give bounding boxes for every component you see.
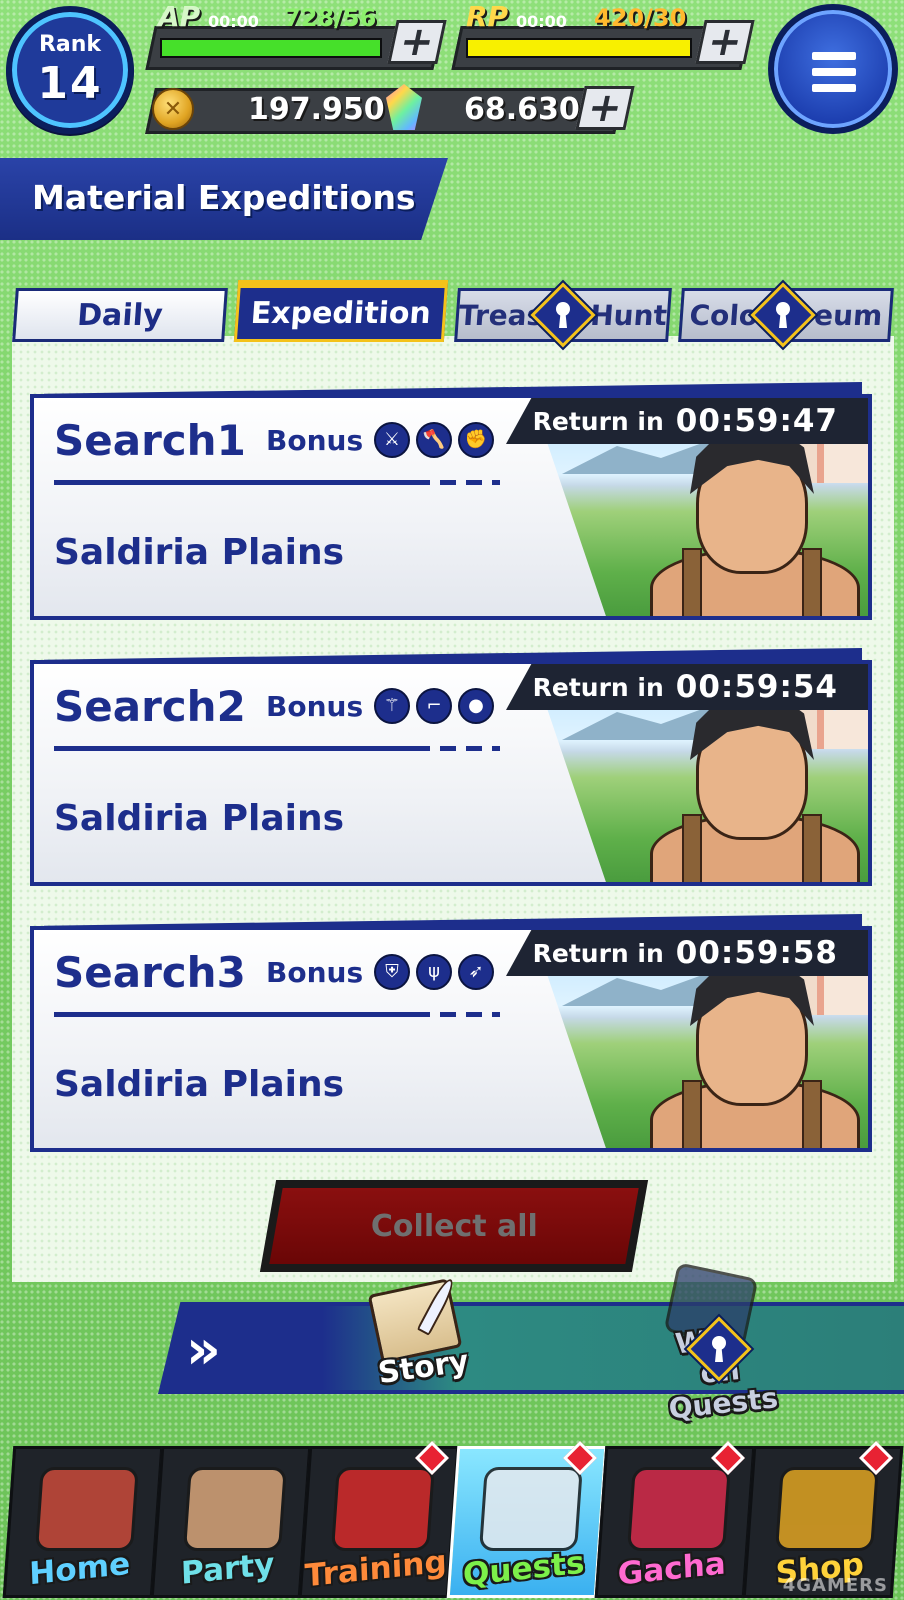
tab-expedition-label: Expedition	[249, 296, 433, 331]
collect-all-button[interactable]: Collect all	[259, 1180, 649, 1272]
nav-training-label: Training	[304, 1543, 448, 1595]
home-icon	[34, 1467, 139, 1551]
tab-treasure-hunt-label-tail: Hunt	[589, 298, 669, 332]
coin-amount: 197.950	[248, 92, 385, 127]
nav-party-label: Party	[180, 1546, 275, 1592]
return-time: 00:59:54	[675, 669, 838, 705]
return-timer-box: Return in 00:59:54	[506, 664, 868, 710]
bonus-label: Bonus	[266, 690, 364, 723]
rp-add-button[interactable]: +	[695, 19, 755, 65]
main-menu-button[interactable]	[768, 4, 898, 134]
rank-label: Rank	[38, 32, 102, 57]
bonus-label: Bonus	[266, 956, 364, 989]
rp-timer: 00:00	[516, 12, 567, 31]
ap-label: AP	[158, 0, 201, 33]
axe-icon: 🪓	[416, 422, 452, 458]
tab-daily-label: Daily	[76, 297, 164, 333]
card-divider	[54, 746, 414, 751]
ap-bar-fill	[162, 40, 380, 56]
return-timer-box: Return in 00:59:47	[506, 398, 868, 444]
return-label: Return in	[532, 406, 664, 436]
staff-icon: ⚚	[374, 688, 410, 724]
bonus-label: Bonus	[266, 424, 364, 457]
collect-all-label: Collect all	[370, 1208, 538, 1244]
page-title: Material Expeditions	[32, 178, 416, 217]
rp-bar	[466, 38, 692, 58]
bonus-icons: ⚚ ⌐ ●	[374, 688, 494, 724]
treasure-hunt-lock-icon	[530, 282, 596, 348]
coliseum-lock-icon	[750, 282, 816, 348]
rank-badge[interactable]: Rank 14	[6, 6, 134, 134]
weapon-quests-label-line2: Quests	[667, 1381, 780, 1426]
ap-add-button[interactable]: +	[387, 19, 447, 65]
ap-count: 728/56	[284, 4, 377, 32]
coin-icon: ✕	[152, 88, 194, 130]
return-time: 00:59:58	[675, 935, 838, 971]
search-location: Saldiria Plains	[54, 532, 345, 573]
nav-party[interactable]: Party	[150, 1446, 312, 1598]
rp-label: RP	[466, 0, 509, 33]
tab-coliseum-label-tail: eum	[813, 298, 884, 332]
watermark: 4GAMERS	[782, 1575, 888, 1596]
return-label: Return in	[532, 672, 664, 702]
bow-icon: ➶	[458, 954, 494, 990]
orb-icon: ●	[458, 688, 494, 724]
nav-home-label: Home	[28, 1545, 131, 1593]
rp-bar-fill	[468, 40, 690, 56]
return-timer-box: Return in 00:59:58	[506, 930, 868, 976]
rp-count: 420/30	[594, 4, 687, 32]
search-title: Search3	[54, 948, 246, 997]
card-divider	[54, 1012, 414, 1017]
return-time: 00:59:47	[675, 403, 838, 439]
gem-amount: 68.630	[464, 92, 580, 127]
search-title: Search2	[54, 682, 246, 731]
search-title: Search1	[54, 416, 246, 465]
nav-quests-label: Quests	[462, 1544, 586, 1594]
sword-icon: ⚔	[374, 422, 410, 458]
search-location: Saldiria Plains	[54, 1064, 345, 1105]
tab-expedition[interactable]: Expedition	[233, 280, 449, 342]
weapon-quests-lock-icon	[686, 1316, 752, 1382]
fist-icon: ✊	[458, 422, 494, 458]
quest-type-bar	[158, 1302, 904, 1394]
nav-gacha-label: Gacha	[617, 1545, 727, 1593]
party-icon	[182, 1467, 287, 1551]
card-divider	[54, 480, 414, 485]
card-divider-dash	[414, 746, 500, 751]
bonus-icons: ⛨ ψ ➶	[374, 954, 494, 990]
card-divider-dash	[414, 1012, 500, 1017]
tab-coliseum-label: Colo	[688, 298, 760, 332]
shop-icon	[774, 1467, 879, 1551]
ap-bar	[160, 38, 382, 58]
search-location: Saldiria Plains	[54, 798, 345, 839]
quests-icon	[478, 1467, 583, 1551]
return-label: Return in	[532, 938, 664, 968]
gun-icon: ⌐	[416, 688, 452, 724]
quest-bar-arrow-icon[interactable]: »	[186, 1318, 221, 1381]
shield-icon: ⛨	[374, 954, 410, 990]
training-icon	[330, 1467, 435, 1551]
card-divider-dash	[414, 480, 500, 485]
ap-timer: 00:00	[208, 12, 259, 31]
gem-add-button[interactable]: +	[575, 85, 635, 131]
rank-value: 14	[37, 58, 103, 109]
bonus-icons: ⚔ 🪓 ✊	[374, 422, 494, 458]
tab-daily[interactable]: Daily	[12, 288, 228, 342]
trident-icon: ψ	[416, 954, 452, 990]
gacha-icon	[626, 1467, 731, 1551]
nav-home[interactable]: Home	[2, 1446, 164, 1598]
